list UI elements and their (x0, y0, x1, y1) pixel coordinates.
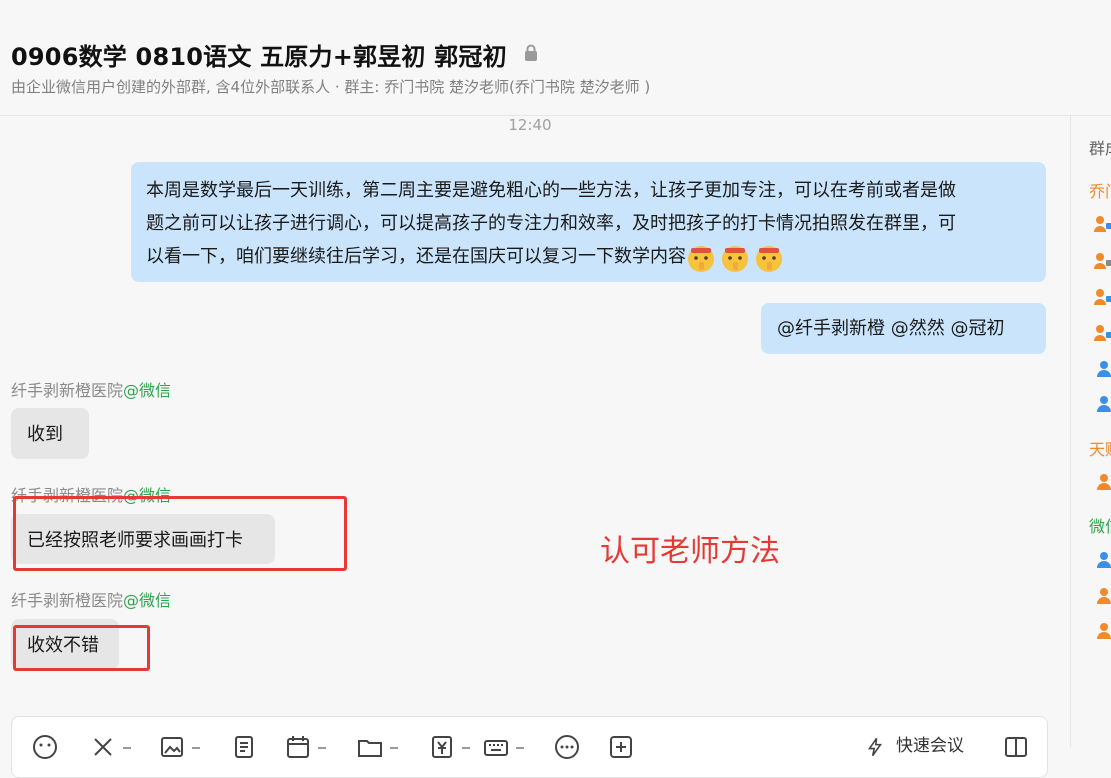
wechat-tag: @微信 (123, 381, 172, 400)
more-icon[interactable] (553, 733, 581, 761)
message-text-line: 题之前可以让孩子进行调心，可以提高孩子的专注力和效率，及时把孩子的打卡情况拍照发… (146, 213, 956, 234)
emoji-icon[interactable] (31, 733, 59, 761)
member-group-label[interactable]: 乔门 (1089, 178, 1111, 202)
message-text-line: 本周是数学最后一天训练，第二周主要是避免粗心的一些方法，让孩子更加专注，可以在考… (146, 180, 956, 201)
shushing-face-emoji-icon (688, 245, 714, 272)
member-avatar-icon[interactable] (1093, 621, 1111, 641)
outgoing-mention-bubble[interactable]: @纤手剥新橙 @然然 @冠初 (761, 303, 1046, 354)
member-avatar-icon[interactable] (1093, 359, 1111, 379)
emoji-group (686, 241, 788, 274)
member-avatar-icon[interactable] (1093, 214, 1111, 234)
member-avatar-icon[interactable] (1093, 472, 1111, 492)
message-text: @纤手剥新橙 @然然 @冠初 (777, 318, 1005, 339)
scissors-icon[interactable] (89, 733, 131, 761)
member-avatar-icon[interactable] (1093, 394, 1111, 414)
calendar-icon[interactable] (284, 733, 326, 761)
message-timestamp: 12:40 (508, 116, 552, 134)
outgoing-message-bubble[interactable]: 本周是数学最后一天训练，第二周主要是避免粗心的一些方法，让孩子更加专注，可以在考… (131, 162, 1046, 282)
sender-name[interactable]: 纤手剥新橙医院@微信 (11, 377, 171, 401)
message-input-area[interactable]: 快速会议 (11, 716, 1048, 778)
wechat-tag: @微信 (123, 591, 172, 610)
member-group-label[interactable]: 天赐 (1089, 436, 1111, 460)
group-members-panel: 群成 乔门 天赐 微信 (1070, 116, 1111, 747)
lock-icon (525, 44, 537, 61)
member-avatar-icon[interactable] (1093, 323, 1111, 343)
sender-label: 纤手剥新橙医院 (11, 591, 124, 610)
chevron-down-icon[interactable] (123, 747, 131, 749)
keyboard-icon[interactable] (482, 733, 524, 761)
member-avatar-icon[interactable] (1093, 550, 1111, 570)
chat-header: 0906数学 0810语文 五原力+郭昱初 郭冠初 由企业微信用户创建的外部群,… (0, 0, 1111, 116)
chat-message-area[interactable]: 12:40 本周是数学最后一天训练，第二周主要是避免粗心的一些方法，让孩子更加专… (0, 116, 1070, 747)
chevron-down-icon[interactable] (390, 747, 398, 749)
message-text-line-with-emoji: 以看一下，咱们要继续往后学习，还是在国庆可以复习一下数学内容 (146, 240, 1030, 274)
money-icon[interactable] (428, 733, 470, 761)
group-subtitle: 由企业微信用户创建的外部群, 含4位外部联系人 · 群主: 乔门书院 楚汐老师(… (11, 78, 651, 96)
members-title: 群成 (1089, 139, 1111, 158)
quick-meeting-button[interactable]: 快速会议 (896, 731, 964, 756)
highlight-box (13, 625, 150, 671)
member-avatar-icon[interactable] (1093, 287, 1111, 307)
message-text-line: 以看一下，咱们要继续往后学习，还是在国庆可以复习一下数学内容 (146, 246, 686, 267)
add-icon[interactable] (607, 733, 635, 761)
shushing-face-emoji-icon (756, 245, 782, 272)
chevron-down-icon[interactable] (516, 747, 524, 749)
annotation-text: 认可老师方法 (600, 534, 780, 569)
incoming-message-bubble[interactable]: 收到 (11, 408, 89, 459)
member-avatar-icon[interactable] (1093, 586, 1111, 606)
message-text: 收到 (27, 424, 63, 445)
lightning-icon[interactable] (864, 733, 886, 761)
member-avatar-icon[interactable] (1093, 251, 1111, 271)
window-icon[interactable] (1002, 733, 1030, 761)
sender-name[interactable]: 纤手剥新橙医院@微信 (11, 587, 171, 611)
sender-label: 纤手剥新橙医院 (11, 381, 124, 400)
highlight-box (13, 496, 347, 571)
image-icon[interactable] (158, 733, 200, 761)
group-title[interactable]: 0906数学 0810语文 五原力+郭昱初 郭冠初 (11, 37, 507, 72)
chevron-down-icon[interactable] (318, 747, 326, 749)
member-group-label[interactable]: 微信 (1089, 513, 1111, 537)
chevron-down-icon[interactable] (462, 747, 470, 749)
shushing-face-emoji-icon (722, 245, 748, 272)
document-icon[interactable] (230, 733, 258, 761)
folder-icon[interactable] (356, 733, 398, 761)
chevron-down-icon[interactable] (192, 747, 200, 749)
